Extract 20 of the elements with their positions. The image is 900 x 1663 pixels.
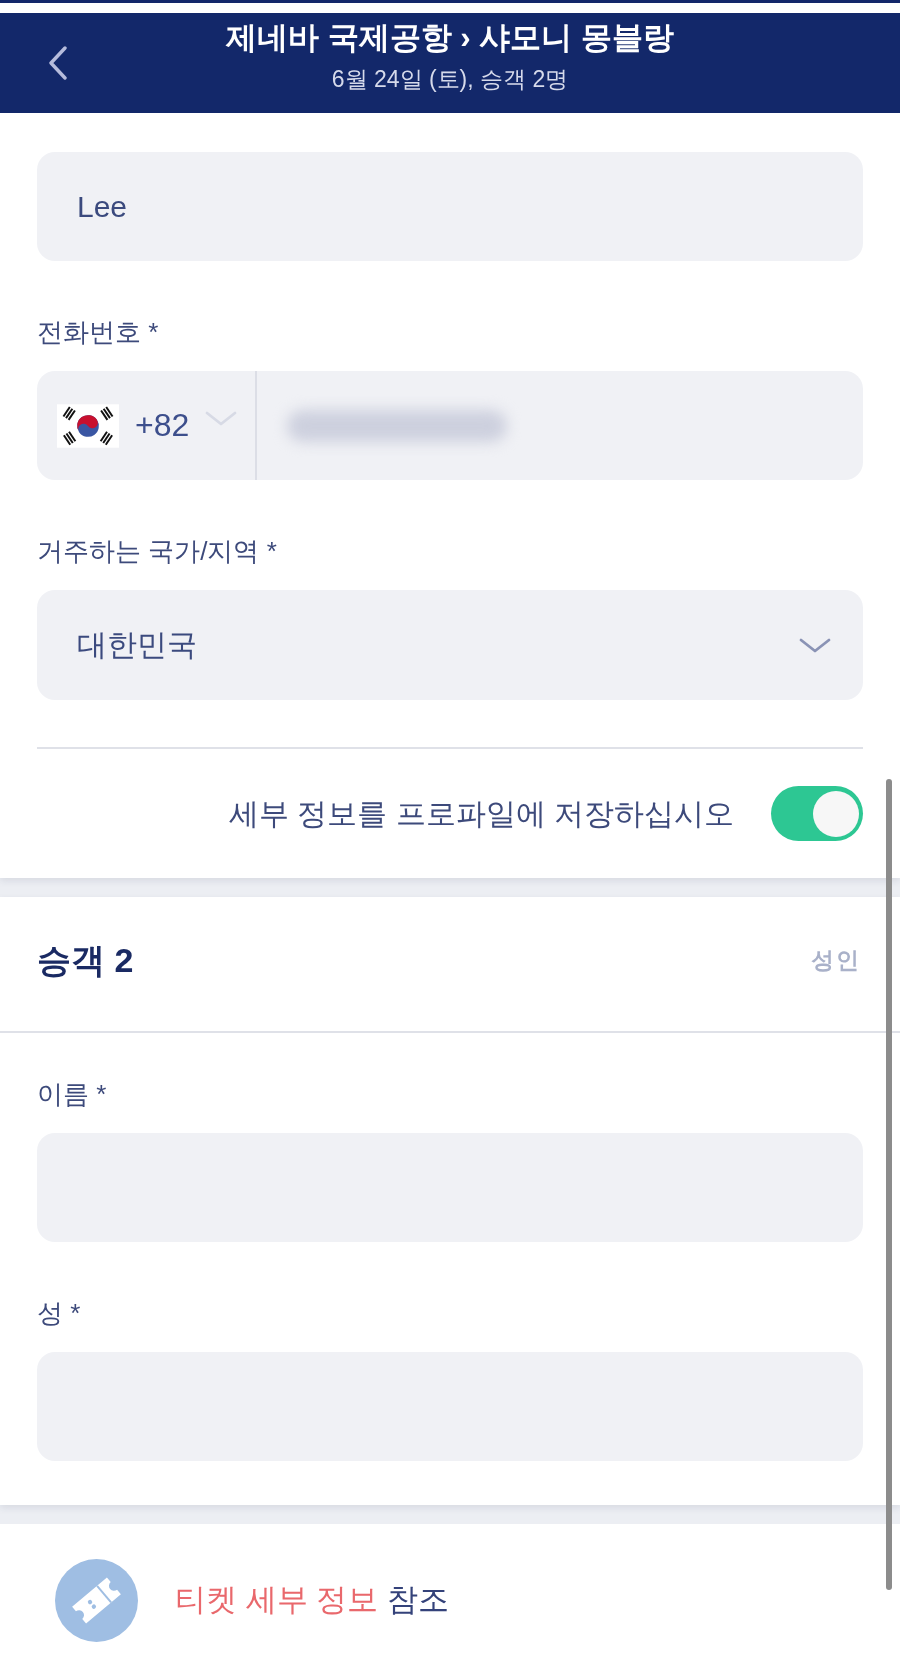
country-code-select[interactable]: +82 xyxy=(37,371,256,480)
chevron-down-icon xyxy=(205,410,238,427)
chevron-down-icon xyxy=(799,636,831,654)
trip-subtitle: 6월 24일 (토), 승객 2명 xyxy=(331,65,569,93)
save-details-label: 세부 정보를 프로파일에 저장하십시오 xyxy=(229,795,734,832)
field-label: 성 * xyxy=(37,1297,81,1329)
field-label: 거주하는 국가/지역 * xyxy=(37,535,277,567)
route-title: 제네바 국제공항 › 샤모니 몽블랑 xyxy=(226,19,674,57)
save-details-toggle[interactable] xyxy=(771,786,863,841)
ticket-icon xyxy=(55,1559,138,1642)
flag-icon xyxy=(57,403,119,448)
passenger-title: 승객 2 xyxy=(37,941,134,979)
country-select[interactable]: 대한민국 xyxy=(37,590,863,700)
field-label: 이름 * xyxy=(37,1078,107,1110)
phone-field[interactable]: +82 xyxy=(37,371,863,480)
passenger-type-label: 성인 xyxy=(811,946,861,975)
text-input[interactable]: Lee xyxy=(37,152,863,261)
field-label: 전화번호 * xyxy=(37,316,159,348)
ticket-details-caption: 티켓 세부 정보 참조 xyxy=(175,1581,449,1619)
chevron-left-icon xyxy=(48,46,68,80)
